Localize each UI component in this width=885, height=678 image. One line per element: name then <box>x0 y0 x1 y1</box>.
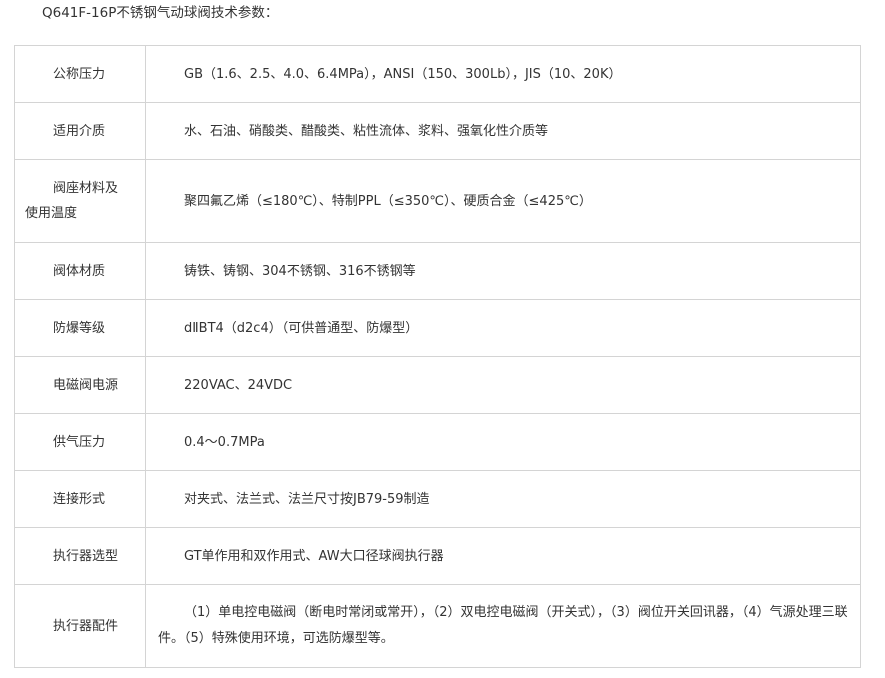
row-label: 阀体材质 <box>14 242 146 300</box>
table-row: 连接形式 对夹式、法兰式、法兰尺寸按JB79-59制造 <box>14 470 861 528</box>
table-row: 执行器配件 （1）单电控电磁阀（断电时常闭或常开），（2）双电控电磁阀（开关式）… <box>14 584 861 668</box>
row-label: 执行器配件 <box>14 584 146 668</box>
table-row: 公称压力 GB（1.6、2.5、4.0、6.4MPa），ANSI（150、300… <box>14 45 861 103</box>
table-row: 防爆等级 dⅡBT4（d2c4）（可供普通型、防爆型） <box>14 299 861 357</box>
row-value: GB（1.6、2.5、4.0、6.4MPa），ANSI（150、300Lb），J… <box>145 45 861 103</box>
table-row: 适用介质 水、石油、硝酸类、醋酸类、粘性流体、浆料、强氧化性介质等 <box>14 102 861 160</box>
spec-title: Q641F-16P不锈钢气动球阀技术参数： <box>42 5 279 21</box>
row-value: （1）单电控电磁阀（断电时常闭或常开），（2）双电控电磁阀（开关式），（3）阀位… <box>145 584 861 668</box>
row-value: 220VAC、24VDC <box>145 356 861 414</box>
row-label-line: 阀座材料及 <box>53 181 119 196</box>
table-row: 供气压力 0.4～0.7MPa <box>14 413 861 471</box>
row-label: 防爆等级 <box>14 299 146 357</box>
row-value-text: （1）单电控电磁阀（断电时常闭或常开），（2）双电控电磁阀（开关式），（3）阀位… <box>158 605 848 646</box>
row-label: 执行器选型 <box>14 527 146 585</box>
row-value: dⅡBT4（d2c4）（可供普通型、防爆型） <box>145 299 861 357</box>
row-value: 对夹式、法兰式、法兰尺寸按JB79-59制造 <box>145 470 861 528</box>
table-row: 执行器选型 GT单作用和双作用式、AW大口径球阀执行器 <box>14 527 861 585</box>
table-row: 阀座材料及 使用温度 聚四氟乙烯（≤180℃）、特制PPL（≤350℃）、硬质合… <box>14 159 861 243</box>
row-label: 适用介质 <box>14 102 146 160</box>
row-label: 供气压力 <box>14 413 146 471</box>
row-label: 阀座材料及 使用温度 <box>14 159 146 243</box>
row-label: 连接形式 <box>14 470 146 528</box>
row-value: GT单作用和双作用式、AW大口径球阀执行器 <box>145 527 861 585</box>
table-row: 阀体材质 铸铁、铸钢、304不锈钢、316不锈钢等 <box>14 242 861 300</box>
row-value: 0.4～0.7MPa <box>145 413 861 471</box>
row-value: 铸铁、铸钢、304不锈钢、316不锈钢等 <box>145 242 861 300</box>
row-label-line: 使用温度 <box>25 206 78 221</box>
row-value: 水、石油、硝酸类、醋酸类、粘性流体、浆料、强氧化性介质等 <box>145 102 861 160</box>
row-label: 公称压力 <box>14 45 146 103</box>
table-row: 电磁阀电源 220VAC、24VDC <box>14 356 861 414</box>
row-label: 电磁阀电源 <box>14 356 146 414</box>
spec-table: 公称压力 GB（1.6、2.5、4.0、6.4MPa），ANSI（150、300… <box>14 45 861 668</box>
row-value: 聚四氟乙烯（≤180℃）、特制PPL（≤350℃）、硬质合金（≤425℃） <box>145 159 861 243</box>
